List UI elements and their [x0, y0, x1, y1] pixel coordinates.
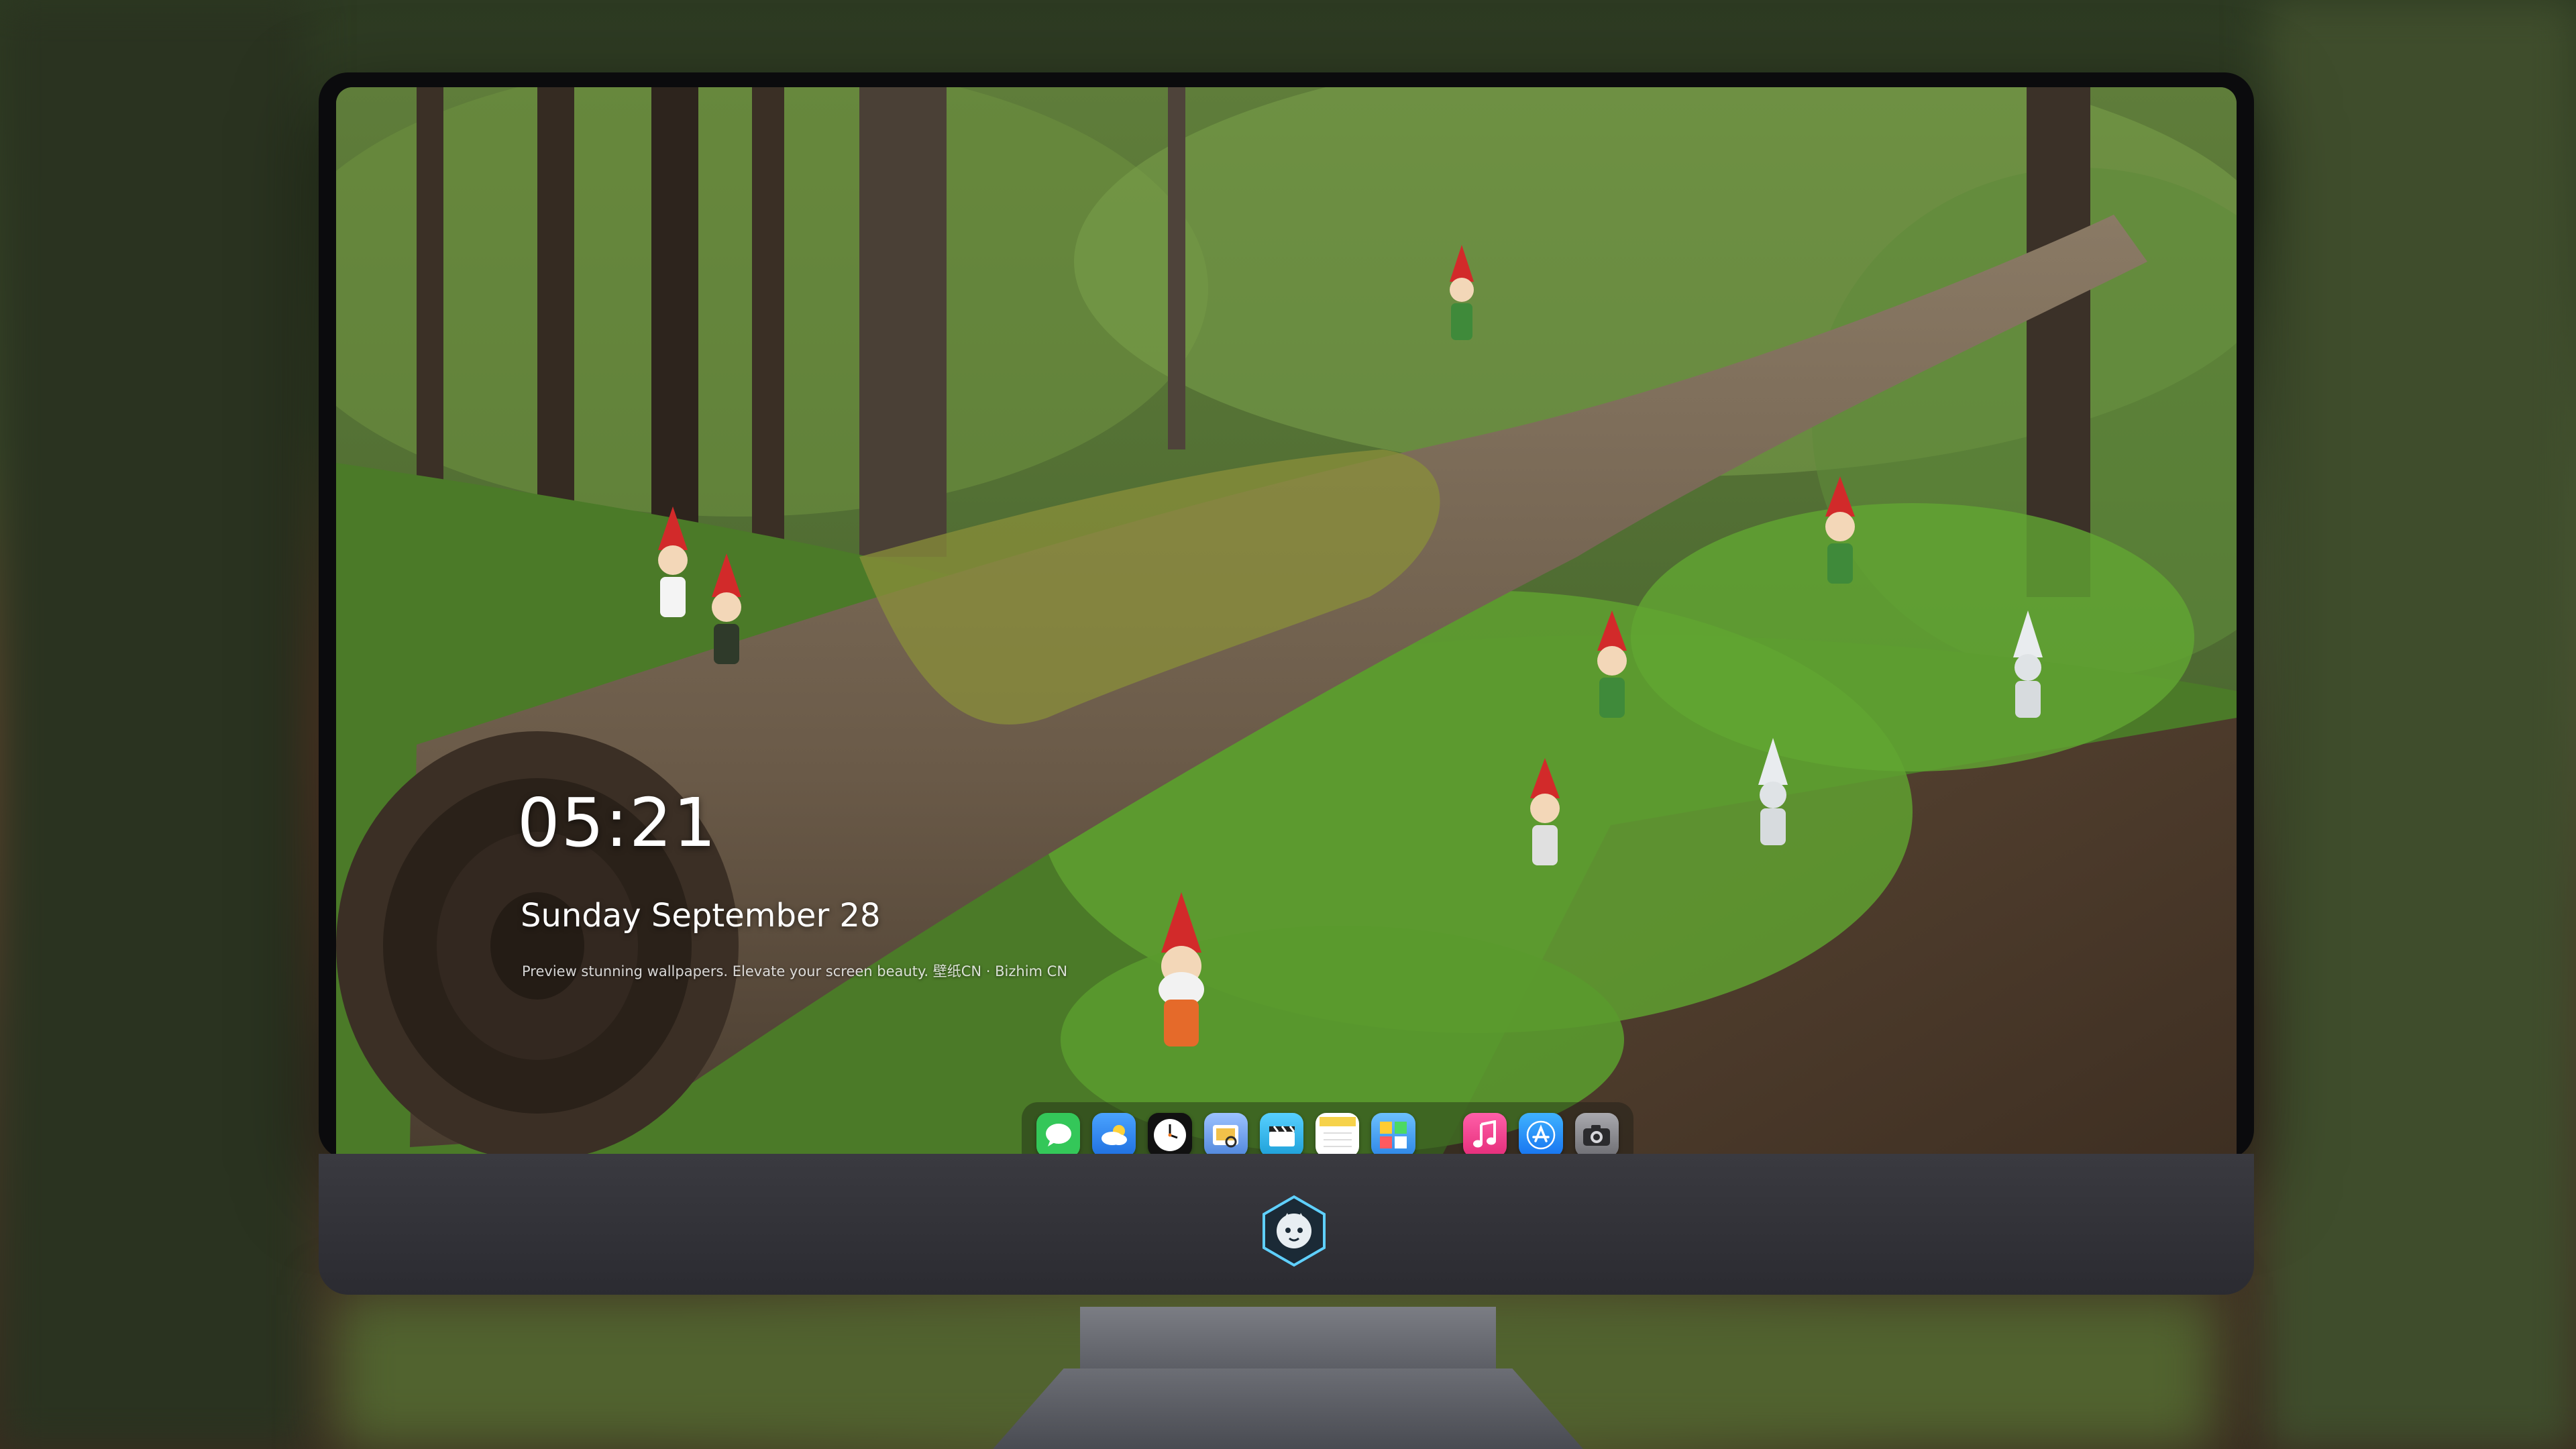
lock-screen-date: Sunday September 28 — [521, 897, 881, 934]
camera-icon[interactable] — [1574, 1113, 1619, 1154]
notes-icon[interactable] — [1316, 1113, 1360, 1154]
music-note-icon[interactable] — [1463, 1113, 1507, 1154]
monitor: 05:21 Sunday September 28 Preview stunni… — [319, 72, 2254, 1295]
gallery-icon[interactable] — [1371, 1113, 1415, 1154]
blurred-background-right — [2267, 0, 2576, 1449]
app-store-icon[interactable] — [1519, 1113, 1563, 1154]
clock-icon[interactable] — [1148, 1113, 1192, 1154]
brand-logo-icon — [1263, 1195, 1326, 1267]
messages-app-icon[interactable] — [1036, 1113, 1081, 1154]
dock — [1022, 1102, 1633, 1154]
wallpaper-tagline: Preview stunning wallpapers. Elevate you… — [522, 963, 1068, 979]
monitor-stand-base — [993, 1368, 1583, 1449]
monitor-stand-neck — [1080, 1307, 1496, 1374]
preview-icon[interactable] — [1203, 1113, 1248, 1154]
monitor-chin — [319, 1154, 2254, 1295]
blurred-background-left — [0, 0, 309, 1449]
lock-screen-time: 05:21 — [517, 784, 718, 862]
clapperboard-icon[interactable] — [1259, 1113, 1304, 1154]
lock-screen[interactable]: 05:21 Sunday September 28 Preview stunni… — [336, 87, 2237, 1154]
weather-cloud-icon[interactable] — [1092, 1113, 1136, 1154]
wallpaper — [336, 87, 2237, 1154]
